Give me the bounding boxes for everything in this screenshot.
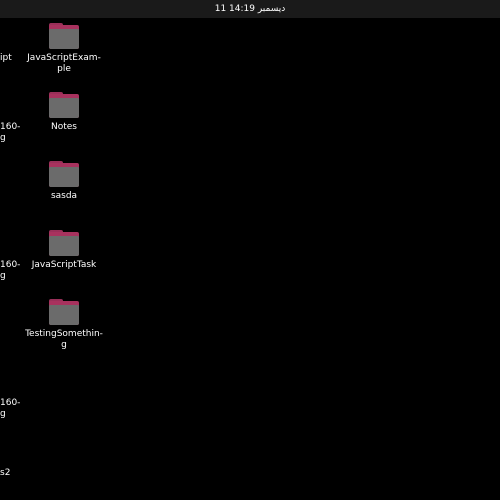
top-bar: 11 ديسمبر 14:19 bbox=[0, 0, 500, 18]
desktop-folder-notes[interactable]: Notes bbox=[19, 92, 109, 133]
folder-icon bbox=[49, 299, 79, 325]
desktop-folder-sasda[interactable]: sasda bbox=[19, 161, 109, 202]
desktop-folder-javascriptexample[interactable]: JavaScriptExam- ple bbox=[19, 23, 109, 75]
desktop-item-label-cutoff[interactable]: 160- g bbox=[0, 260, 20, 282]
folder-icon bbox=[49, 92, 79, 118]
desktop-folder-testingsomething[interactable]: TestingSomethin- g bbox=[19, 299, 109, 351]
desktop-item-label-cutoff[interactable]: ipt bbox=[0, 53, 12, 64]
desktop-folder-javascripttask[interactable]: JavaScriptTask bbox=[19, 230, 109, 271]
folder-label: JavaScriptExam- ple bbox=[27, 53, 101, 74]
clock-date-time[interactable]: 11 ديسمبر 14:19 bbox=[0, 0, 500, 18]
desktop-item-label-cutoff[interactable]: s2 bbox=[0, 468, 10, 479]
folder-icon bbox=[49, 23, 79, 49]
folder-label: JavaScriptTask bbox=[31, 260, 97, 270]
folder-label: Notes bbox=[51, 122, 77, 132]
folder-icon bbox=[49, 230, 79, 256]
desktop-item-label-cutoff[interactable]: 160- g bbox=[0, 122, 20, 144]
desktop[interactable]: JavaScriptExam- ple Notes sasda JavaScri… bbox=[0, 18, 500, 500]
folder-label: sasda bbox=[50, 191, 78, 201]
folder-label: TestingSomethin- g bbox=[25, 329, 103, 350]
folder-icon bbox=[49, 161, 79, 187]
desktop-item-label-cutoff[interactable]: 160- g bbox=[0, 398, 20, 420]
